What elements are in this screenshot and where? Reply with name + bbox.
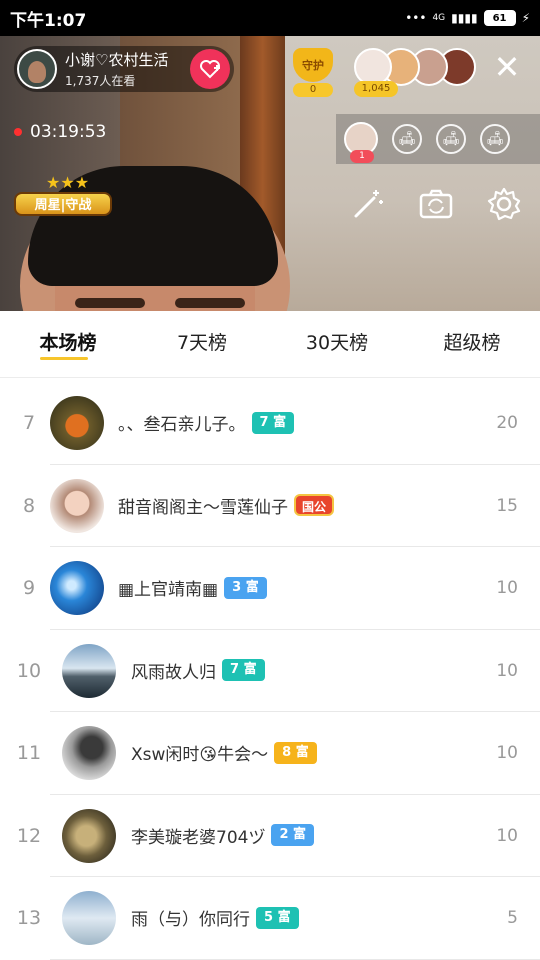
user-name: 李美璇老婆704ヅ [131,827,266,848]
wealth-badge: 8 富 [274,741,317,764]
user-avatar[interactable] [62,643,116,698]
sofa-seat-icon[interactable]: 🛋 [392,124,422,154]
video-brow-left [75,298,145,308]
magic-wand-icon[interactable] [348,186,388,226]
ranking-row[interactable]: 10 风雨故人归 7 富 10 [0,630,540,712]
ranking-list: 7 。、叁石亲儿子。 7 富 20 8 甜音阁阁主～雪莲仙子 国公 15 9 ▦… [0,382,540,960]
heart-plus-icon [200,60,220,79]
settings-gear-icon[interactable] [484,186,524,226]
ranking-row[interactable]: 8 甜音阁阁主～雪莲仙子 国公 15 [0,465,540,547]
ranking-row[interactable]: 12 李美璇老婆704ヅ 2 富 10 [0,795,540,877]
ranking-row[interactable]: 11 Xsw闲时😘牛会～ 8 富 10 [0,712,540,795]
network-type: 4G [432,13,446,23]
sofa-seat-icon[interactable]: 🛋 [436,124,466,154]
seat-avatar[interactable]: 1 [344,122,378,163]
ranking-row[interactable]: 7 。、叁石亲儿子。 7 富 20 [0,382,540,465]
user-name: Xsw闲时😘牛会～ [131,745,269,765]
viewer-total-badge: 1,045 [354,81,398,97]
rank-number: 13 [16,907,42,929]
user-avatar[interactable] [50,396,104,450]
tab-super[interactable]: 超级榜 [412,328,532,358]
recording-dot-icon [14,128,22,136]
wealth-badge: 3 富 [224,576,267,599]
user-name: 。、叁石亲儿子。 [118,415,246,435]
more-dots-icon: ••• [405,11,427,25]
wealth-badge: 7 富 [222,659,265,681]
guard-count: 0 [293,83,333,97]
user-avatar[interactable] [50,561,104,615]
noble-badge: 国公 [294,494,335,516]
ranking-tabs: 本场榜 7天榜 30天榜 超级榜 [0,311,540,378]
tab-7-days[interactable]: 7天榜 [142,328,262,358]
tab-30-days[interactable]: 30天榜 [277,328,397,358]
ranking-row[interactable]: 9 ▦上官靖南▦ 3 富 10 [0,547,540,630]
score: 10 [496,825,518,846]
wealth-badge: 5 富 [256,906,299,929]
ranking-row[interactable]: 13 雨（与）你同行 5 富 5 [0,877,540,960]
crown-icon: ★★★ [46,173,90,192]
camera-switch-icon[interactable] [416,186,456,226]
app-root: 下午1:07 ••• 4G ▮▮▮▮ 61 ⚡ 小谢♡农村生活 1,737人在看 [0,0,540,960]
status-icons: ••• 4G ▮▮▮▮ 61 ⚡ [405,10,530,26]
guard-shield-icon: 守护 [293,48,333,82]
user-avatar[interactable] [62,808,116,863]
user-name: 甜音阁阁主～雪莲仙子 [118,497,288,518]
tab-this-session[interactable]: 本场榜 [8,328,128,358]
rank-number: 10 [16,659,42,682]
score: 10 [496,578,518,598]
user-name: 雨（与）你同行 [131,910,250,930]
user-avatar[interactable] [50,478,104,533]
signal-icon: ▮▮▮▮ [451,11,478,25]
active-tab-indicator [40,357,88,360]
live-timer: 03:19:53 [14,122,106,142]
close-icon[interactable]: ✕ [492,51,522,83]
video-brow-right [175,298,245,308]
rank-number: 11 [16,742,42,764]
timer-text: 03:19:53 [30,122,107,142]
follow-button[interactable] [190,49,230,89]
score: 10 [496,743,518,763]
user-name: 风雨故人归 [131,662,216,683]
charging-icon: ⚡ [521,11,530,25]
host-avatar[interactable] [17,49,57,89]
user-name: ▦上官靖南▦ [118,580,219,600]
seat-badge: 1 [350,150,374,163]
score: 20 [496,413,518,433]
wealth-badge: 2 富 [271,824,315,846]
sofa-seat-icon[interactable]: 🛋 [480,124,510,154]
score: 10 [496,660,518,681]
battery-icon: 61 [483,10,516,26]
user-avatar[interactable] [62,726,116,780]
score: 5 [507,908,518,928]
seat-strip: 1 🛋 🛋 🛋 [336,114,540,164]
viewer-count: 1,737人在看 [65,74,136,88]
weekly-star-label: 周星|守战 [14,192,112,216]
user-avatar[interactable] [62,891,116,945]
guard-button[interactable]: 守护 0 [290,48,336,97]
status-bar: 下午1:07 ••• 4G ▮▮▮▮ 61 ⚡ [0,0,540,36]
status-time: 下午1:07 [10,10,87,31]
wealth-badge: 7 富 [251,411,295,434]
weekly-star-badge[interactable]: ★★★ 周星|守战 [14,173,112,218]
rank-number: 12 [16,824,42,847]
score: 15 [496,495,518,516]
host-name: 小谢♡农村生活 [65,51,169,69]
row-divider [50,958,540,960]
